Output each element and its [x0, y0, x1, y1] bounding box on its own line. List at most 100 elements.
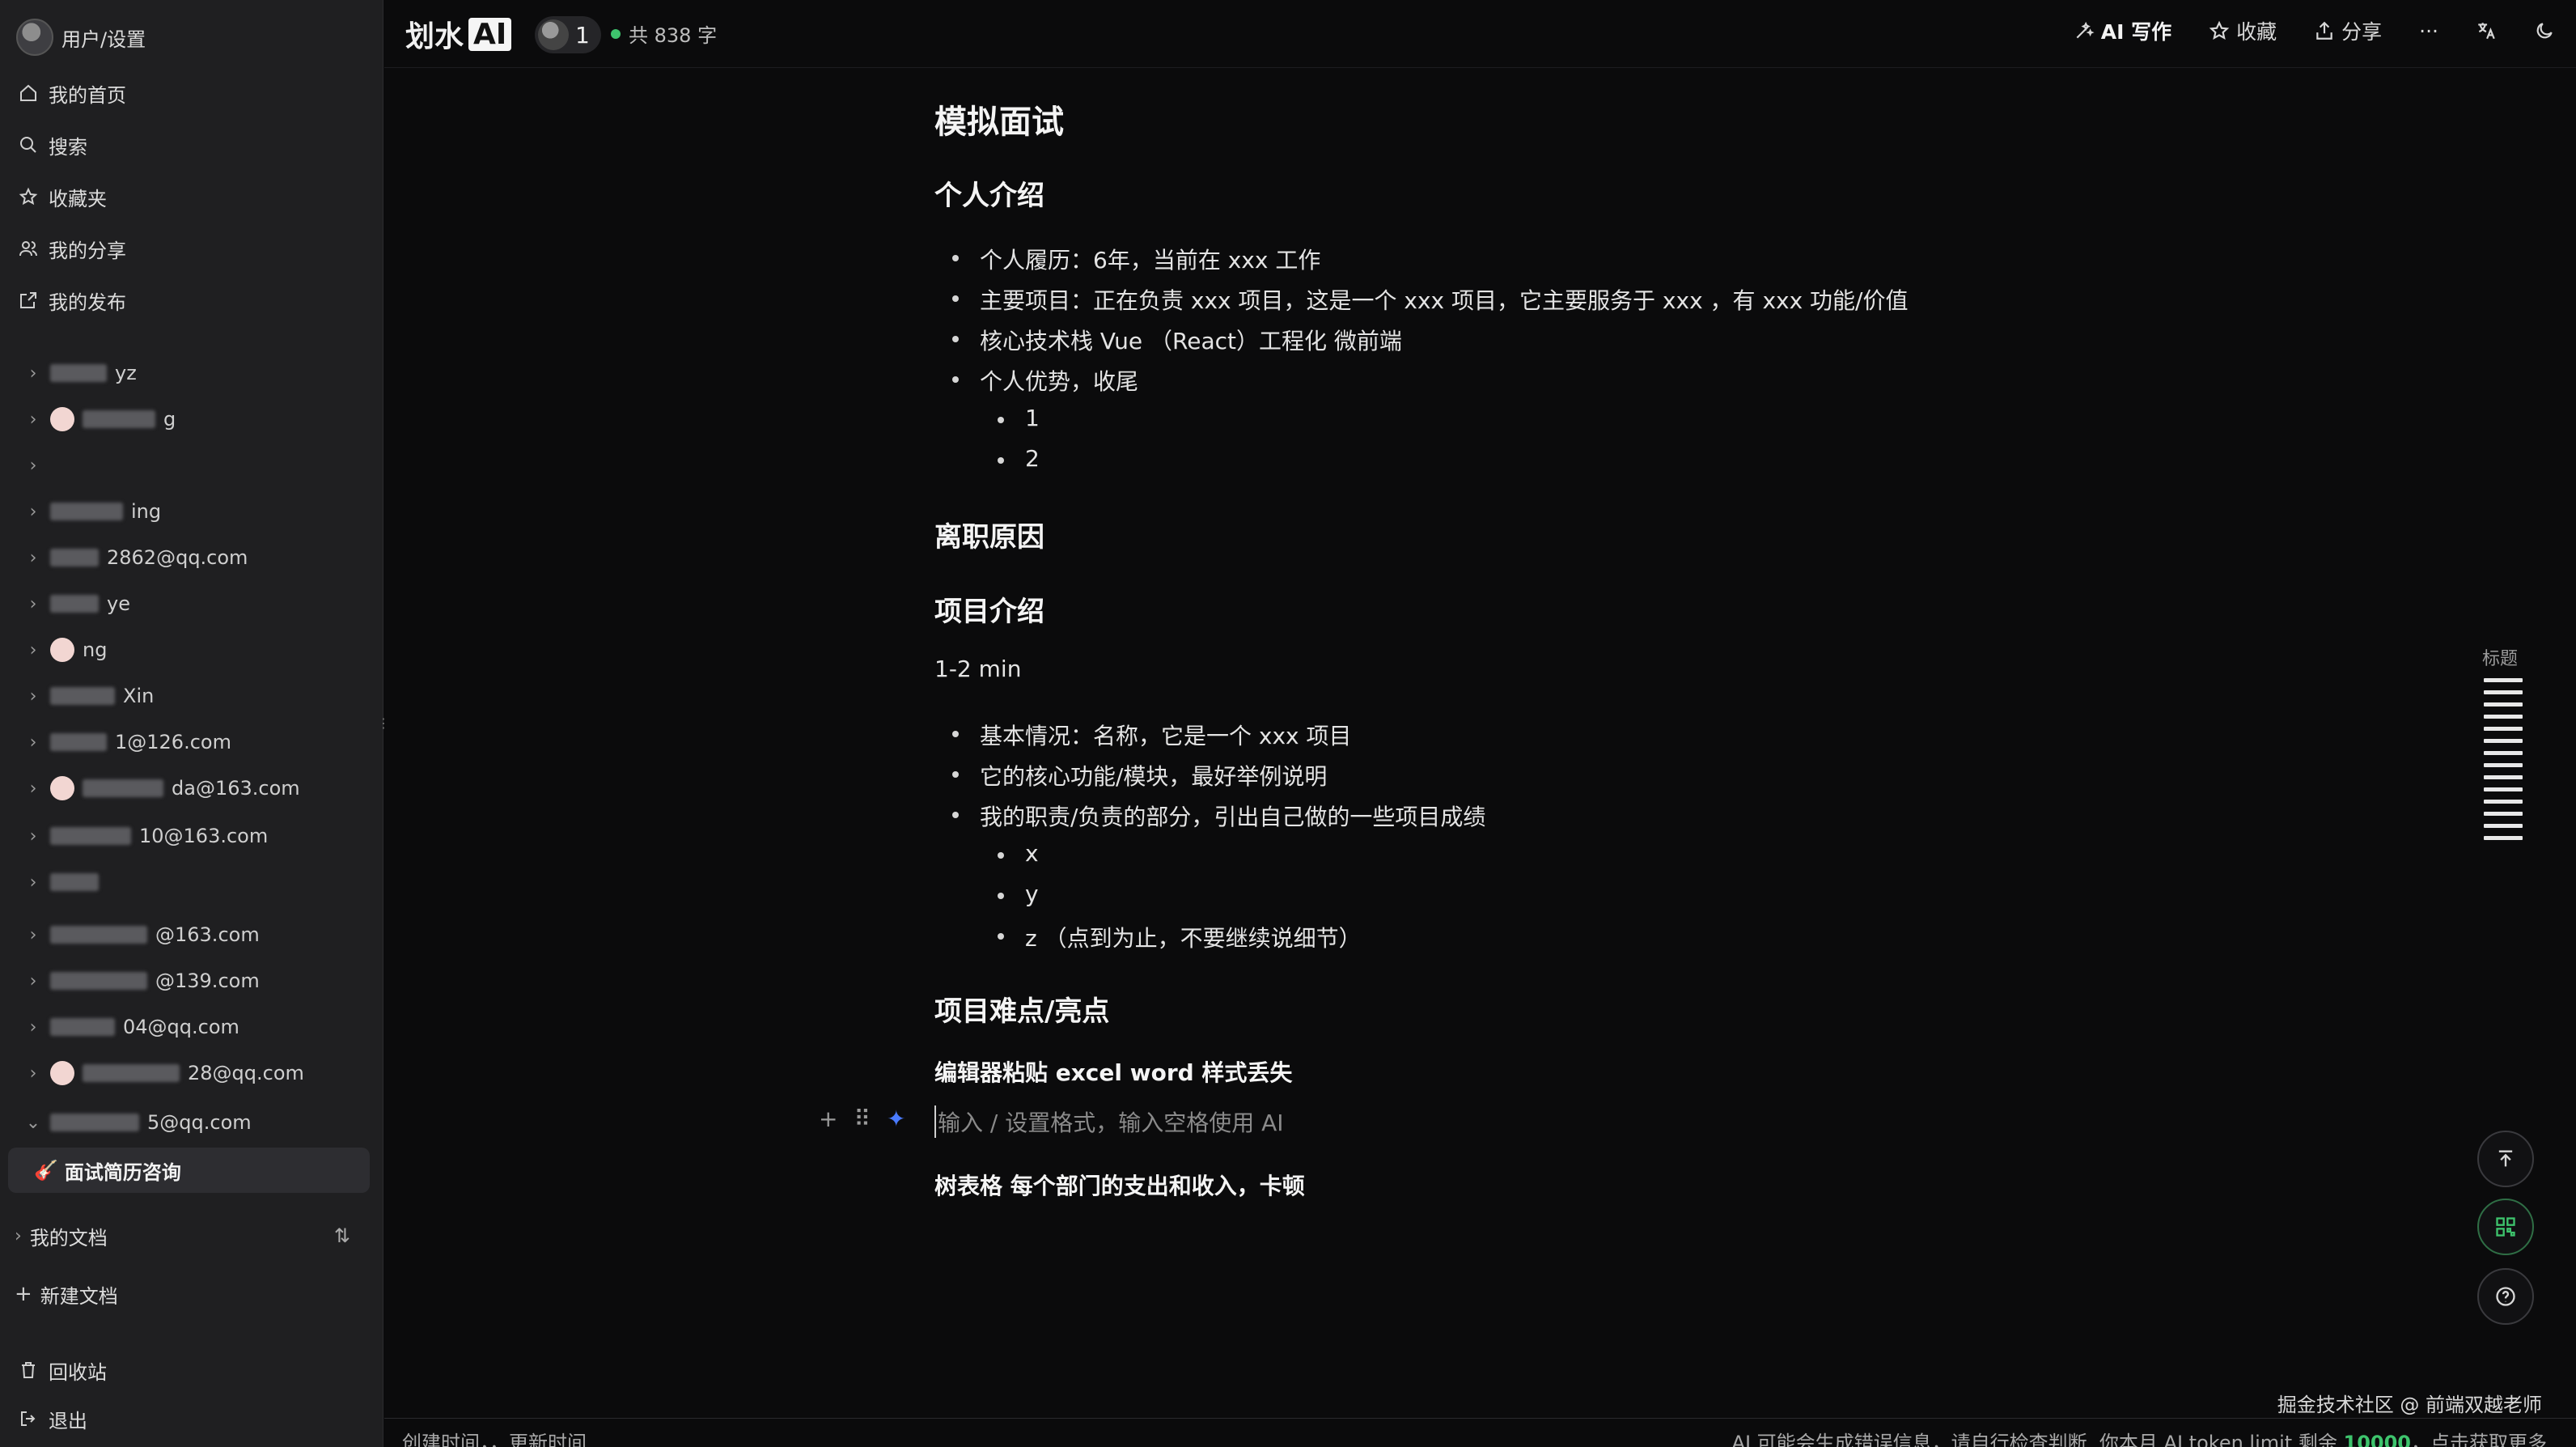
share-label: 分享 [2341, 20, 2383, 44]
ai-write-button[interactable]: AI 写作 [2074, 16, 2171, 45]
editor-input-placeholder[interactable]: 输入 / 设置格式，输入空格使用 AI [934, 1105, 1284, 1138]
redacted-text [50, 503, 123, 520]
help-button[interactable] [2477, 1268, 2534, 1325]
list-item: 个人优势，收尾 [934, 364, 1138, 397]
star-icon [2209, 20, 2230, 40]
tree-item[interactable]: › 2862@qq.com [24, 537, 366, 578]
outline-bar[interactable] [2484, 824, 2523, 828]
tree-item[interactable]: › @139.com [24, 961, 366, 1001]
sidebar-item-search[interactable]: 搜索 [16, 122, 366, 168]
sidebar-active-doc[interactable]: 🎸 面试简历咨询 [8, 1148, 370, 1193]
redacted-text [50, 972, 147, 990]
paragraph: 1-2 min [934, 656, 1022, 682]
sidebar-item-home[interactable]: 我的首页 [16, 70, 366, 116]
outline-minimap[interactable] [2484, 678, 2523, 848]
ai-notice-text: AI 可能会生成错误信息，请自行检查判断, 你本月 AI token limit… [1731, 1432, 2337, 1447]
list-item: 它的核心功能/模块，最好举例说明 [934, 759, 1327, 791]
app-logo[interactable]: 划水 AI [400, 13, 512, 55]
favorite-button[interactable]: 收藏 [2209, 16, 2277, 45]
outline-bar[interactable] [2484, 836, 2523, 840]
chevron-right-icon: › [29, 639, 37, 660]
tree-item-label: @163.com [155, 923, 260, 946]
tree-item-expanded[interactable]: ⌄ 5@qq.com [24, 1102, 366, 1143]
footer: 创建时间，，更新时间 AI 可能会生成错误信息，请自行检查判断, 你本月 AI … [384, 1418, 2576, 1447]
tree-item[interactable]: › g [24, 399, 366, 439]
tree-item[interactable]: › da@163.com [24, 768, 366, 808]
sidebar-item-favorites[interactable]: 收藏夹 [16, 174, 366, 219]
add-block-icon[interactable]: + [819, 1105, 837, 1132]
tree-item[interactable]: › yz [24, 353, 366, 393]
sidebar-trash[interactable]: 回收站 [16, 1347, 366, 1393]
app-root: 用户/设置 我的首页 搜索 收藏夹 我的分享 我的发布 › yz › g › ›… [0, 0, 2576, 1447]
outline-bar[interactable] [2484, 727, 2523, 731]
tree-item[interactable]: › ing [24, 491, 366, 532]
sidebar-item-shares[interactable]: 我的分享 [16, 226, 366, 271]
get-more-link[interactable]: ，点击获取更多 [2411, 1432, 2547, 1447]
sidebar-item-published[interactable]: 我的发布 [16, 278, 366, 323]
tree-item[interactable]: › 1@126.com [24, 722, 366, 762]
sidebar-logout[interactable]: 退出 [16, 1396, 366, 1441]
tree-item[interactable]: › [24, 862, 366, 902]
more-button[interactable]: ··· [2419, 19, 2438, 43]
tree-item[interactable]: › 10@163.com [24, 816, 366, 856]
redacted-text [50, 595, 99, 613]
sidebar-resize-handle[interactable]: ⋮ [377, 715, 390, 732]
chevron-right-icon: › [29, 501, 37, 522]
scroll-top-button[interactable] [2477, 1131, 2534, 1187]
footer-ai-notice: AI 可能会生成错误信息，请自行检查判断, 你本月 AI token limit… [1732, 1427, 2547, 1447]
ai-sparkle-icon[interactable]: ✦ [887, 1105, 905, 1132]
user-settings[interactable]: 用户/设置 [16, 15, 366, 60]
translate-button[interactable] [2476, 20, 2497, 41]
block-toolbar: + ⠿ ✦ [819, 1105, 905, 1132]
tree-item-label: 04@qq.com [123, 1016, 239, 1038]
redacted-text [50, 364, 107, 382]
qr-code-button[interactable] [2477, 1199, 2534, 1255]
collaborators-badge[interactable]: 1 [535, 16, 601, 53]
avatar [538, 19, 569, 50]
tree-item[interactable]: › ng [24, 630, 366, 670]
outline-bar[interactable] [2484, 775, 2523, 779]
sidebar-my-docs[interactable]: › 我的文档 ⇅ [15, 1213, 366, 1258]
chevron-right-icon: › [29, 1063, 37, 1084]
tree-item-label: ing [131, 500, 162, 523]
tree-item[interactable]: › @163.com [24, 914, 366, 955]
my-docs-label: 我的文档 [29, 1226, 108, 1250]
outline-bar[interactable] [2484, 715, 2523, 719]
tree-item-label: ye [107, 592, 130, 615]
new-doc-button[interactable]: + 新建文档 [15, 1271, 366, 1317]
outline-bar[interactable] [2484, 763, 2523, 767]
tree-item[interactable]: › 04@qq.com [24, 1007, 366, 1047]
tree-item-label: 1@126.com [115, 731, 231, 753]
outline-bar[interactable] [2484, 812, 2523, 816]
token-remaining: 10000 [2343, 1432, 2412, 1447]
tree-item-label: Xin [123, 685, 155, 707]
tree-item[interactable]: › [24, 445, 366, 486]
outline-bar[interactable] [2484, 678, 2523, 682]
share-icon [2316, 21, 2332, 40]
tree-item[interactable]: › Xin [24, 676, 366, 716]
outline-bar[interactable] [2484, 690, 2523, 694]
sort-icon[interactable]: ⇅ [334, 1224, 350, 1247]
outline-bar[interactable] [2484, 702, 2523, 707]
redacted-text [50, 873, 99, 891]
doc-avatar [50, 1061, 74, 1085]
tree-item[interactable]: › ye [24, 583, 366, 624]
outline-bar[interactable] [2484, 739, 2523, 743]
outline-bar[interactable] [2484, 787, 2523, 791]
sub-heading: 树表格 每个部门的支出和收入，卡顿 [934, 1173, 1305, 1199]
outline-bar[interactable] [2484, 800, 2523, 804]
drag-handle-icon[interactable]: ⠿ [854, 1105, 871, 1132]
chevron-right-icon: › [15, 1225, 22, 1246]
watermark: 掘金技术社区 @ 前端双越老师 [2277, 1394, 2542, 1416]
tree-item[interactable]: › 28@qq.com [24, 1053, 366, 1093]
outline-bar[interactable] [2484, 751, 2523, 755]
share-button[interactable]: 分享 [2314, 16, 2382, 45]
word-count: 共 838 字 [611, 19, 717, 48]
tree-item-label: ng [83, 639, 108, 661]
sidebar-item-label: 收藏夹 [49, 187, 107, 210]
list-item: 主要项目：正在负责 xxx 项目，这是一个 xxx 项目，它主要服务于 xxx … [934, 283, 1908, 316]
list-item: 基本情况：名称，它是一个 xxx 项目 [934, 719, 1352, 751]
logo-text-b: AI [468, 17, 512, 51]
theme-toggle[interactable] [2534, 20, 2555, 41]
redacted-text [50, 733, 107, 751]
